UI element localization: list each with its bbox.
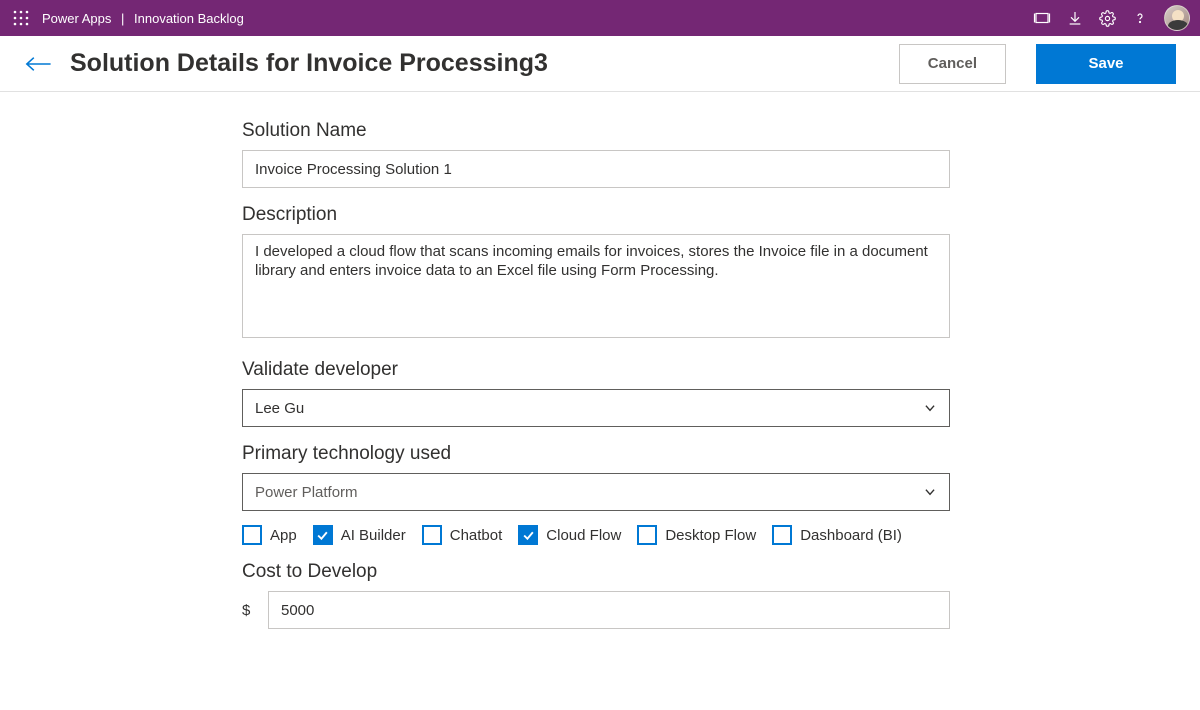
cost-input[interactable] <box>268 591 950 629</box>
form-inner: Solution Name Description Validate devel… <box>242 104 950 649</box>
gear-icon[interactable] <box>1099 10 1116 27</box>
solution-name-input[interactable] <box>242 150 950 188</box>
page-title: Solution Details for Invoice Processing3 <box>70 49 881 78</box>
primary-tech-value: Power Platform <box>255 484 358 501</box>
tech-option-cloud-flow[interactable]: Cloud Flow <box>518 525 621 545</box>
top-bar: Power Apps | Innovation Backlog <box>0 0 1200 36</box>
help-icon[interactable] <box>1132 10 1148 26</box>
cost-row: $ <box>242 591 950 629</box>
save-button[interactable]: Save <box>1036 44 1176 84</box>
tech-option-app[interactable]: App <box>242 525 297 545</box>
app-launcher-icon[interactable] <box>10 7 32 29</box>
primary-tech-label: Primary technology used <box>242 443 950 465</box>
tech-option-label: Desktop Flow <box>665 527 756 544</box>
tech-option-dashboard-bi-[interactable]: Dashboard (BI) <box>772 525 902 545</box>
app-title: Power Apps | Innovation Backlog <box>42 11 244 26</box>
validate-developer-value: Lee Gu <box>255 400 304 417</box>
validate-developer-select[interactable]: Lee Gu <box>242 389 950 427</box>
solution-name-label: Solution Name <box>242 120 950 142</box>
tech-option-desktop-flow[interactable]: Desktop Flow <box>637 525 756 545</box>
currency-symbol: $ <box>242 591 268 629</box>
checkbox-icon <box>242 525 262 545</box>
chevron-down-icon <box>923 401 937 415</box>
tech-option-chatbot[interactable]: Chatbot <box>422 525 503 545</box>
form: Solution Name Description Validate devel… <box>0 92 1200 649</box>
tech-option-label: App <box>270 527 297 544</box>
checkbox-icon <box>422 525 442 545</box>
checkbox-icon <box>313 525 333 545</box>
cancel-button[interactable]: Cancel <box>899 44 1006 84</box>
app-name: Power Apps <box>42 11 111 26</box>
checkbox-icon <box>637 525 657 545</box>
download-icon[interactable] <box>1067 10 1083 26</box>
description-input[interactable] <box>242 234 950 338</box>
cost-label: Cost to Develop <box>242 561 950 583</box>
tech-option-label: AI Builder <box>341 527 406 544</box>
fit-screen-icon[interactable] <box>1033 9 1051 27</box>
description-label: Description <box>242 204 950 226</box>
back-button[interactable] <box>24 50 52 78</box>
tech-option-label: Dashboard (BI) <box>800 527 902 544</box>
tech-option-ai-builder[interactable]: AI Builder <box>313 525 406 545</box>
avatar[interactable] <box>1164 5 1190 31</box>
chevron-down-icon <box>923 485 937 499</box>
tech-options-row: App AI Builder Chatbot Cloud Flow Desktop Fl… <box>242 525 950 545</box>
tech-option-label: Cloud Flow <box>546 527 621 544</box>
checkbox-icon <box>518 525 538 545</box>
tech-option-label: Chatbot <box>450 527 503 544</box>
checkbox-icon <box>772 525 792 545</box>
primary-tech-select[interactable]: Power Platform <box>242 473 950 511</box>
page-name: Innovation Backlog <box>134 11 244 26</box>
validate-developer-label: Validate developer <box>242 359 950 381</box>
page-header: Solution Details for Invoice Processing3… <box>0 36 1200 92</box>
title-separator: | <box>121 11 124 26</box>
topbar-right <box>1033 5 1190 31</box>
